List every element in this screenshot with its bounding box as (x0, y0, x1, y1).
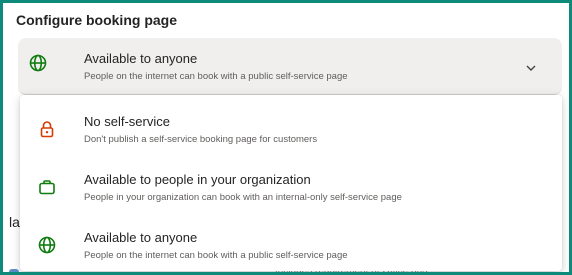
chevron-down-icon[interactable] (524, 61, 538, 75)
option-subtitle: People on the internet can book with a p… (84, 250, 348, 261)
booking-config-panel: Configure booking page la Includes requi… (0, 0, 572, 275)
lock-icon (40, 121, 54, 138)
briefcase-icon (39, 180, 55, 195)
section-title: Configure booking page (16, 12, 177, 28)
booking-visibility-dropdown[interactable]: Available to anyone People on the intern… (18, 38, 562, 95)
booking-visibility-listbox: No self-service Don't publish a self-ser… (20, 95, 562, 271)
option-subtitle: People in your organization can book wit… (84, 192, 402, 203)
background-avatar-edge (9, 269, 19, 272)
option-title: Available to people in your organization (84, 172, 311, 187)
option-title: No self-service (84, 114, 170, 129)
selected-option-title: Available to anyone (84, 51, 198, 66)
globe-icon (29, 54, 47, 72)
option-subtitle: Don't publish a self-service booking pag… (84, 134, 318, 145)
selected-option-subtitle: People on the internet can book with a p… (84, 71, 348, 82)
background-partial-label: la (9, 214, 20, 230)
option-anyone[interactable]: Available to anyone People on the intern… (20, 219, 562, 272)
option-title: Available to anyone (84, 230, 198, 245)
option-organization[interactable]: Available to people in your organization… (20, 161, 562, 219)
option-no-self-service[interactable]: No self-service Don't publish a self-ser… (20, 103, 562, 161)
globe-icon (38, 236, 56, 254)
